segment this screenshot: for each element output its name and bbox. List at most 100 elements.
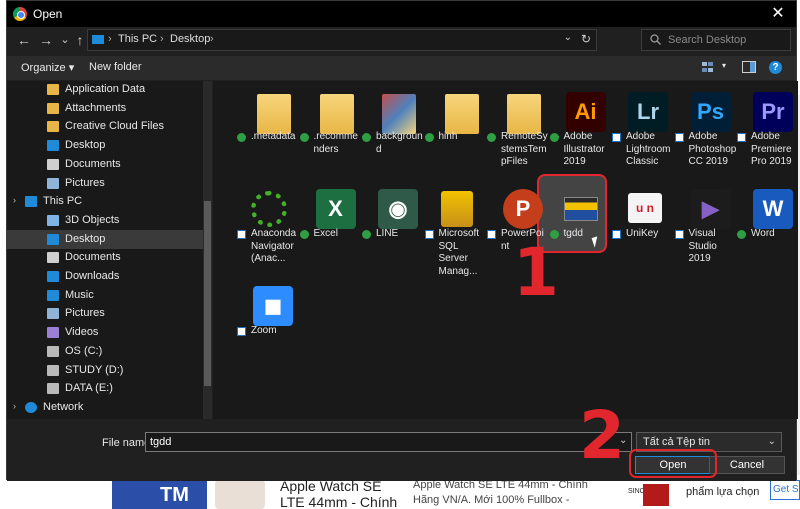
folder-icon [370,88,416,134]
sidebar-item[interactable]: › Network [7,398,203,417]
sidebar-item-label: Desktop [65,232,106,245]
file-item[interactable]: Microsoft SQL Server Manag... [423,180,487,277]
sidebar-item[interactable]: Downloads [7,267,203,286]
sidebar-item[interactable]: 3D Objects [7,211,203,230]
cancel-button[interactable]: Cancel [709,456,785,474]
forward-arrow-icon[interactable]: → [37,31,55,49]
file-item[interactable]: Ps Adobe Photoshop CC 2019 [673,83,737,178]
music-icon [47,289,59,301]
address-dropdown-icon[interactable]: ⌄ [564,32,572,43]
sidebar-item[interactable]: Desktop [7,136,203,155]
desktop-icon [47,233,59,245]
file-item[interactable]: Ai Adobe Illustrator 2019 [548,83,612,178]
sidebar-item[interactable]: Videos [7,323,203,342]
file-name: Word [751,228,775,239]
chevron-right-icon[interactable]: › [13,195,16,205]
app-icon: ◼ [245,282,293,326]
folder-icon [245,88,291,134]
new-folder-button[interactable]: New folder [89,61,142,73]
sidebar-item[interactable]: Pictures [7,304,203,323]
title-bar: Open ✕ [7,1,796,27]
file-name: Excel [313,228,338,239]
folder-icon [308,88,354,134]
file-name: Adobe Illustrator 2019 [563,131,605,167]
scrollbar-thumb[interactable] [204,201,211,386]
file-item[interactable]: ◼ Zoom [235,277,299,372]
sidebar-item[interactable]: Application Data [7,81,203,99]
file-item[interactable]: background [360,83,424,178]
preview-pane-icon[interactable] [742,61,756,73]
pictures-icon [47,308,59,320]
sidebar-item[interactable]: Desktop [7,229,203,249]
sidebar-item[interactable]: Documents [7,155,203,174]
sidebar-item-label: Music [65,288,94,301]
address-separator: › [108,33,112,45]
close-button[interactable]: ✕ [760,1,796,27]
file-item[interactable]: RemoteSystemsTempFiles [485,83,549,178]
file-name: .recommenders [313,131,358,155]
brand-logo [643,484,669,506]
navigation-bar: ← → ⌄ ↑ › This PC › Desktop › ⌄ ↻ [7,27,796,55]
sidebar-item-label: Videos [65,326,99,339]
help-icon[interactable]: ? [769,61,782,74]
sidebar-item[interactable]: Documents [7,248,203,267]
folder-icon [47,84,59,95]
sidebar-item[interactable]: Creative Cloud Files [7,117,203,136]
sidebar-item[interactable]: Attachments [7,99,203,118]
sidebar-item[interactable]: OS (C:) [7,342,203,361]
search-input[interactable] [668,32,786,48]
sidebar-item-label: STUDY (D:) [65,363,124,376]
file-name: Adobe Lightroom Classic [626,131,671,167]
organize-menu[interactable]: Organize ▾ [21,61,74,74]
sidebar-item-label: Application Data [65,83,146,95]
file-name: .metadata [251,131,296,142]
sidebar-item[interactable]: DATA (E:) [7,379,203,398]
file-item[interactable]: ◉ LINE [360,180,424,275]
background-logo: TM [112,478,207,509]
search-box[interactable] [641,29,791,51]
file-item[interactable]: Anaconda Navigator (Anac... [235,180,299,275]
desktop-icon [47,140,59,152]
navigation-pane: Application Data Attachments Creative Clou… [7,81,212,419]
sidebar-item[interactable]: STUDY (D:) [7,361,203,380]
file-item[interactable]: .metadata [235,83,299,178]
file-item[interactable]: Lr Adobe Lightroom Classic [610,83,674,178]
view-options-icon[interactable] [702,61,716,73]
refresh-icon[interactable]: ↻ [581,32,591,46]
file-item[interactable]: ▶ Visual Studio 2019 [673,180,737,275]
file-item[interactable]: u n UniKey [610,180,674,275]
sidebar-item[interactable]: › This PC [7,192,203,211]
file-name: UniKey [626,228,659,239]
breadcrumb-this-pc[interactable]: This PC [118,33,157,45]
sidebar-item-label: 3D Objects [65,213,120,226]
chrome-icon [13,7,27,21]
sidebar-item[interactable]: Pictures [7,174,203,193]
file-item[interactable]: hinh [423,83,487,178]
get-button[interactable]: Get S [770,480,800,500]
breadcrumb-desktop[interactable]: Desktop [170,33,210,45]
file-name: Visual Studio 2019 [688,228,717,264]
open-button-annotation-ring [629,449,717,478]
view-dropdown-icon[interactable]: ▾ [722,61,726,70]
address-separator: › [210,33,214,45]
sidebar-item-label: Network [43,400,84,413]
download-icon [47,271,59,282]
file-name: hinh [438,131,458,142]
address-bar[interactable]: › This PC › Desktop › ⌄ ↻ [87,29,597,51]
file-name: Anaconda Navigator (Anac... [251,228,297,264]
file-name-input[interactable] [145,432,632,452]
app-icon: Pr [745,88,793,132]
sidebar-item-label: This PC [43,195,83,208]
sidebar-item-label: Desktop [65,139,106,152]
file-list-view: .metadata .recommenders background hinh Remo… [213,81,798,419]
file-item[interactable]: X Excel [298,180,362,275]
back-arrow-icon[interactable]: ← [15,31,33,49]
file-item[interactable]: W Word [735,180,799,275]
chevron-right-icon[interactable]: › [13,401,16,411]
file-item[interactable]: .recommenders [298,83,362,178]
sidebar-item[interactable]: Music [7,286,203,305]
navigation-scrollbar[interactable] [203,81,212,419]
sidebar-item-label: Attachments [65,101,127,114]
file-item[interactable]: Pr Adobe Premiere Pro 2019 [735,83,799,178]
app-icon: Ai [558,88,606,132]
